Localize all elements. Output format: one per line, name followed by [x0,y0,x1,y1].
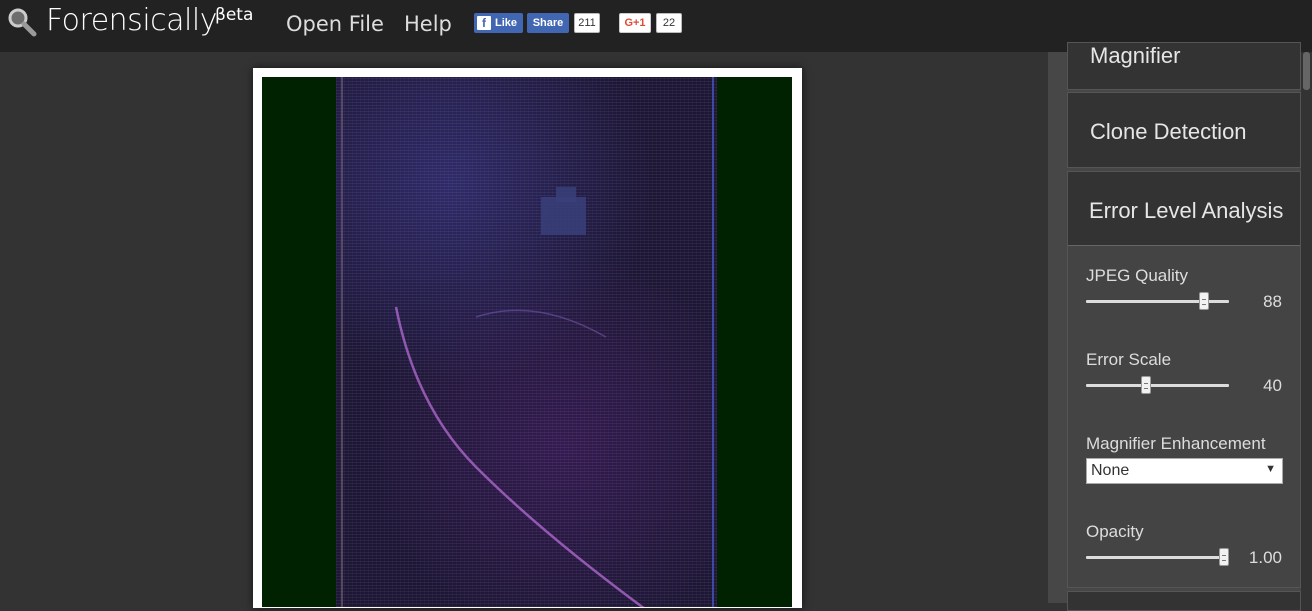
facebook-share-label: Share [532,17,564,29]
magnifier-panel-title: Magnifier [1090,43,1181,68]
ela-image-canvas[interactable] [262,77,792,607]
error-scale-slider[interactable] [1086,376,1229,394]
ela-panel-header[interactable]: Error Level Analysis [1068,172,1300,246]
open-file-link[interactable]: Open File [286,12,384,36]
sidebar-left-gutter [1048,52,1065,603]
sidebar-scrollbar[interactable] [1301,52,1312,603]
facebook-like-button[interactable]: f Like [474,13,523,33]
tool-sidebar: Magnifier Clone Detection Error Level An… [1065,42,1301,611]
ela-edge-highlights [341,77,714,607]
opacity-slider-thumb[interactable] [1219,548,1229,566]
facebook-like-label: Like [495,17,518,29]
dropdown-arrow-icon: ▼ [1265,463,1276,475]
jpeg-quality-value: 88 [1263,292,1282,311]
opacity-value: 1.00 [1248,548,1282,567]
sidebar-scrollbar-thumb[interactable] [1303,52,1310,90]
help-link[interactable]: Help [404,12,452,36]
google-plus-count-badge: 22 [656,13,682,33]
opacity-label: Opacity [1086,522,1144,541]
magnifier-enhancement-select[interactable]: None ▼ [1086,458,1283,484]
app-title[interactable]: Forensically [46,3,217,38]
facebook-icon: f [477,16,491,30]
magnifier-logo-icon [8,8,37,37]
error-scale-value: 40 [1263,376,1282,395]
error-scale-slider-thumb[interactable] [1141,376,1151,394]
error-scale-label: Error Scale [1086,350,1172,369]
opacity-slider[interactable] [1086,548,1229,566]
magnifier-enhancement-selected: None [1091,462,1130,479]
error-level-analysis-panel: Error Level Analysis JPEG Quality 88 Err… [1067,171,1301,588]
jpeg-quality-slider-thumb[interactable] [1199,292,1209,310]
jpeg-quality-label: JPEG Quality [1086,266,1189,285]
jpeg-quality-slider[interactable] [1086,292,1229,310]
beta-label: βeta [215,5,254,25]
facebook-count-badge: 211 [574,13,600,33]
ela-panel-title: Error Level Analysis [1089,198,1284,223]
next-tool-panel[interactable] [1067,591,1301,611]
magnifier-panel[interactable]: Magnifier [1067,42,1301,90]
facebook-share-button[interactable]: Share [527,13,569,33]
google-plus-button[interactable]: G+1 [619,13,651,33]
magnifier-enhancement-label: Magnifier Enhancement [1086,434,1266,453]
clone-detection-panel[interactable]: Clone Detection [1067,92,1301,168]
clone-detection-panel-title: Clone Detection [1090,119,1247,144]
